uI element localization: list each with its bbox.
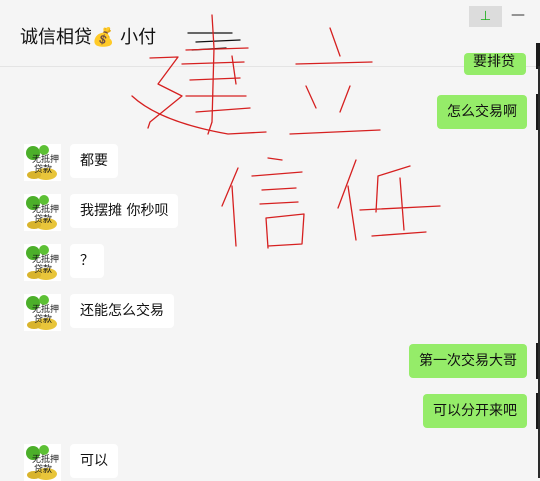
avatar[interactable]: 无抵押 贷款 [24,194,61,231]
avatar-image: 无抵押 贷款 [24,244,61,281]
svg-text:无抵押: 无抵押 [32,153,59,165]
message-bubble-outgoing: 第一次交易大哥 [409,344,527,378]
avatar[interactable]: 无抵押 贷款 [24,294,61,331]
chat-header: 诚信相贷💰 小付 ⊥ — [0,0,540,67]
pin-icon[interactable]: ⊥ [469,6,502,27]
svg-text:无抵押: 无抵押 [32,203,59,215]
message-bubble-incoming: 我摆摊 你秒呗 [70,194,179,228]
svg-text:贷款: 贷款 [34,163,52,175]
message-bubble-incoming: 还能怎么交易 [70,294,174,328]
message-bubble-outgoing-partial: 要排贷 [464,53,526,75]
avatar-image: 无抵押 贷款 [24,294,61,331]
svg-text:贷款: 贷款 [34,313,52,325]
svg-text:无抵押: 无抵押 [32,303,59,315]
message-bubble-incoming: 可以 [70,444,118,478]
avatar-image: 无抵押 贷款 [24,144,61,181]
avatar[interactable]: 无抵押 贷款 [24,244,61,281]
message-bubble-outgoing: 怎么交易啊 [437,95,527,129]
svg-text:贷款: 贷款 [34,213,52,225]
avatar[interactable]: 无抵押 贷款 [24,444,61,481]
svg-text:贷款: 贷款 [34,463,52,475]
message-bubble-outgoing: 可以分开来吧 [423,394,527,428]
message-bubble-incoming: ？ [70,244,104,278]
avatar-image: 无抵押 贷款 [24,444,61,481]
svg-text:无抵押: 无抵押 [32,453,59,465]
svg-text:贷款: 贷款 [34,263,52,275]
avatar-image: 无抵押 贷款 [24,194,61,231]
minimize-icon[interactable]: — [508,6,528,27]
message-bubble-incoming: 都要 [70,144,118,178]
message-text: 要排贷 [473,54,515,70]
chat-title: 诚信相贷💰 小付 [20,27,157,48]
avatar[interactable]: 无抵押 贷款 [24,144,61,181]
svg-text:无抵押: 无抵押 [32,253,59,265]
